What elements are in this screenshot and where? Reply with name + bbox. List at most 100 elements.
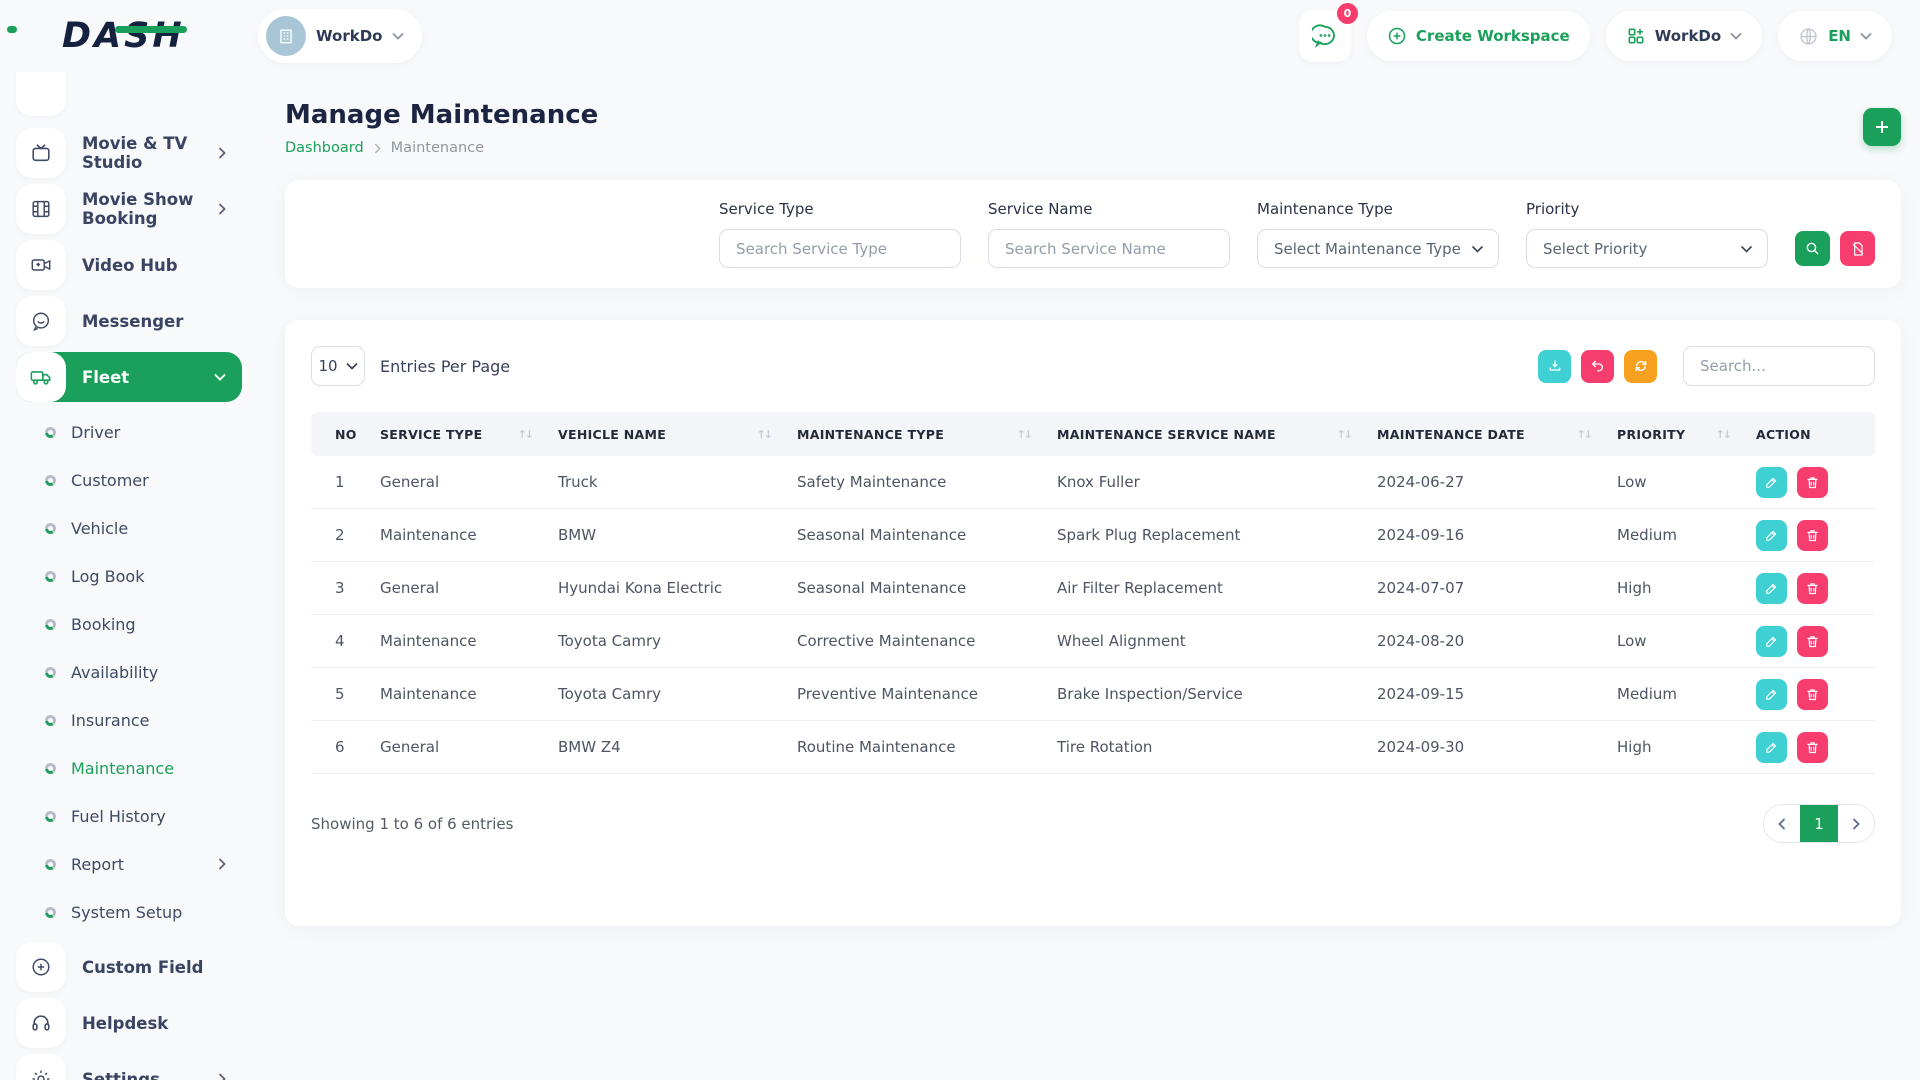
column-header-vehicle-name[interactable]: VEHICLE NAME↑↓ [558, 427, 797, 442]
edit-button[interactable] [1756, 679, 1787, 710]
chevron-down-icon [392, 32, 404, 40]
delete-button[interactable] [1797, 573, 1828, 604]
table-search-input[interactable] [1683, 346, 1875, 386]
logo-green-bar [115, 26, 187, 33]
delete-button[interactable] [1797, 467, 1828, 498]
cell-no: 5 [311, 685, 380, 703]
sort-icon[interactable]: ↑↓ [1017, 428, 1057, 441]
sidebar-item-messenger[interactable]: Messenger [16, 296, 242, 346]
column-header-service-type[interactable]: SERVICE TYPE↑↓ [380, 427, 558, 442]
entries-per-page-select[interactable]: 10 [311, 346, 365, 386]
messages-button[interactable]: 0 [1299, 10, 1351, 62]
sidebar-subitem-log-book[interactable]: Log Book [16, 552, 242, 600]
column-header-maintenance-date[interactable]: MAINTENANCE DATE↑↓ [1377, 427, 1617, 442]
undo-button[interactable] [1581, 350, 1614, 383]
cell-maintenance-date: 2024-09-30 [1377, 738, 1617, 756]
service-name-input[interactable] [988, 229, 1230, 268]
workdo-apps-menu[interactable]: WorkDo [1606, 11, 1762, 61]
edit-button[interactable] [1756, 467, 1787, 498]
sort-icon[interactable]: ↑↓ [1337, 428, 1377, 441]
workspace-avatar [266, 16, 306, 56]
service-type-input[interactable] [719, 229, 961, 268]
delete-button[interactable] [1797, 626, 1828, 657]
sidebar-item-settings[interactable]: Settings [16, 1054, 242, 1080]
building-icon [276, 26, 296, 46]
sort-icon[interactable]: ↑↓ [1716, 428, 1756, 441]
trash-icon [1805, 528, 1820, 543]
sort-icon[interactable]: ↑↓ [757, 428, 797, 441]
filter-maintenance-type: Maintenance Type Select Maintenance Type [1257, 200, 1499, 268]
messenger-icon [30, 310, 52, 332]
sidebar-item-movie-tv-studio[interactable]: Movie & TV Studio [16, 128, 242, 178]
clear-filter-button[interactable] [1840, 231, 1875, 266]
tv-icon [30, 142, 52, 164]
maintenance-type-select[interactable]: Select Maintenance Type [1257, 229, 1499, 268]
sidebar-subitem-insurance[interactable]: Insurance [16, 696, 242, 744]
prev-page-button[interactable] [1764, 805, 1800, 842]
cell-actions [1756, 467, 1875, 498]
edit-button[interactable] [1756, 520, 1787, 551]
main-content: Manage Maintenance Dashboard Maintenance… [258, 72, 1920, 1080]
sidebar-item-custom-field[interactable]: Custom Field [16, 942, 242, 992]
brand-logo[interactable]: DASH [0, 16, 258, 56]
sidebar-subitem-report[interactable]: Report [16, 840, 242, 888]
chevron-right-icon [374, 143, 381, 154]
sidebar-subitem-system-setup[interactable]: System Setup [16, 888, 242, 936]
truck-icon [30, 366, 52, 388]
breadcrumb-dashboard-link[interactable]: Dashboard [285, 140, 364, 156]
cell-priority: High [1617, 738, 1756, 756]
sidebar-item-movie-show-booking[interactable]: Movie Show Booking [16, 184, 242, 234]
cell-maintenance-type: Preventive Maintenance [797, 685, 1057, 703]
sidebar-subitem-maintenance[interactable]: Maintenance [16, 744, 242, 792]
cell-service-type: General [380, 738, 558, 756]
delete-button[interactable] [1797, 679, 1828, 710]
sidebar-subitem-driver[interactable]: Driver [16, 408, 242, 456]
export-button[interactable] [1538, 350, 1571, 383]
edit-button[interactable] [1756, 573, 1787, 604]
priority-select[interactable]: Select Priority [1526, 229, 1768, 268]
column-header-priority[interactable]: PRIORITY↑↓ [1617, 427, 1756, 442]
cell-actions [1756, 626, 1875, 657]
workspace-selector[interactable]: WorkDo [258, 9, 422, 63]
delete-button[interactable] [1797, 732, 1828, 763]
column-header-maintenance-service-name[interactable]: MAINTENANCE SERVICE NAME↑↓ [1057, 427, 1377, 442]
sidebar-item-fleet[interactable]: Fleet [16, 352, 242, 402]
filter-panel: Service Type Service Name Maintenance Ty… [285, 180, 1901, 288]
undo-arrow-icon [1590, 358, 1606, 374]
plus-circle-icon [30, 956, 52, 978]
sidebar-scrolled-item [16, 72, 66, 116]
delete-button[interactable] [1797, 520, 1828, 551]
sidebar-subitem-customer[interactable]: Customer [16, 456, 242, 504]
sidebar-item-video-hub[interactable]: Video Hub [16, 240, 242, 290]
cell-maintenance-type: Seasonal Maintenance [797, 579, 1057, 597]
sidebar-subitem-availability[interactable]: Availability [16, 648, 242, 696]
chevron-left-icon [1778, 818, 1786, 830]
create-workspace-button[interactable]: Create Workspace [1367, 11, 1590, 61]
column-header-maintenance-type[interactable]: MAINTENANCE TYPE↑↓ [797, 427, 1057, 442]
topbar: DASH WorkDo 0 Create Workspace WorkDo [0, 0, 1920, 72]
edit-button[interactable] [1756, 626, 1787, 657]
cell-service-type: Maintenance [380, 632, 558, 650]
sidebar-subitem-booking[interactable]: Booking [16, 600, 242, 648]
refresh-button[interactable] [1624, 350, 1657, 383]
sidebar-subitem-vehicle[interactable]: Vehicle [16, 504, 242, 552]
cell-vehicle-name: Truck [558, 473, 797, 491]
filter-buttons [1795, 231, 1875, 266]
sidebar-subitem-fuel-history[interactable]: Fuel History [16, 792, 242, 840]
language-selector[interactable]: EN [1778, 11, 1892, 61]
apply-filter-button[interactable] [1795, 231, 1830, 266]
next-page-button[interactable] [1838, 805, 1874, 842]
page-number-current[interactable]: 1 [1800, 805, 1838, 842]
pencil-icon [1764, 475, 1779, 490]
cell-maintenance-service-name: Tire Rotation [1057, 738, 1377, 756]
edit-button[interactable] [1756, 732, 1787, 763]
sort-icon[interactable]: ↑↓ [518, 428, 558, 441]
filter-label: Service Type [719, 200, 961, 218]
download-icon [1547, 358, 1563, 374]
sidebar-item-helpdesk[interactable]: Helpdesk [16, 998, 242, 1048]
add-maintenance-button[interactable] [1863, 108, 1901, 146]
column-header-no: NO [311, 427, 380, 442]
cell-no: 2 [311, 526, 380, 544]
workdo-menu-label: WorkDo [1655, 27, 1721, 45]
sort-icon[interactable]: ↑↓ [1577, 428, 1617, 441]
